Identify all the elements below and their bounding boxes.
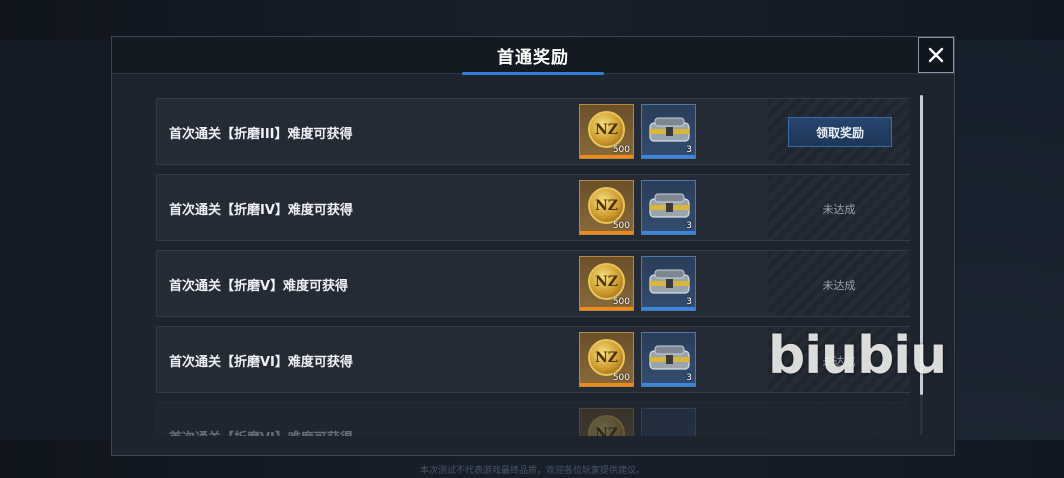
- supply-chest-icon: [649, 193, 690, 218]
- biubiu-watermark: biubiu: [768, 326, 947, 386]
- coin-reward[interactable]: NZ: [579, 408, 634, 436]
- reward-row-label: 首次通关【折磨VI】难度可获得: [169, 427, 353, 436]
- nz-coin-icon: NZ: [588, 187, 625, 224]
- action-area: [768, 403, 910, 436]
- reward-row: 首次通关【折磨VI】难度可获得 NZ: [156, 402, 910, 436]
- supply-chest-icon: [649, 269, 690, 294]
- action-area: 未达成: [768, 251, 910, 316]
- rarity-bar: [580, 307, 633, 310]
- supply-chest-icon: [649, 117, 690, 142]
- chest-quantity: 3: [686, 145, 692, 155]
- nz-coin-icon: NZ: [588, 415, 625, 436]
- close-icon: [928, 47, 944, 63]
- modal-title: 首通奖励: [497, 48, 569, 68]
- coin-reward[interactable]: NZ 500: [579, 256, 634, 311]
- action-area: 未达成: [768, 175, 910, 240]
- chest-quantity: 3: [686, 297, 692, 307]
- chest-quantity: 3: [686, 373, 692, 383]
- reward-row-label: 首次通关【折磨IV】难度可获得: [169, 203, 353, 218]
- modal-header: 首通奖励: [112, 37, 954, 74]
- background-right-panel: [956, 40, 1064, 440]
- chest-reward[interactable]: 3: [641, 180, 696, 235]
- reward-row: 首次通关【折磨III】难度可获得 NZ 500 3 领取奖励: [156, 98, 910, 165]
- nz-coin-icon: NZ: [588, 111, 625, 148]
- rarity-bar: [642, 155, 695, 158]
- chest-reward[interactable]: 3: [641, 332, 696, 387]
- coin-quantity: 500: [612, 221, 630, 231]
- first-clear-reward-modal: 首通奖励 首次通关【折磨III】难度可获得 NZ 500 3 领取奖励 首次通关…: [111, 36, 955, 456]
- supply-chest-icon: [649, 345, 690, 370]
- background-left-panel: [0, 40, 110, 440]
- chest-quantity: 3: [686, 221, 692, 231]
- nz-coin-icon: NZ: [588, 263, 625, 300]
- rarity-bar: [642, 307, 695, 310]
- not-achieved-status: 未达成: [822, 279, 856, 292]
- rarity-bar: [580, 231, 633, 234]
- chest-reward[interactable]: 3: [641, 104, 696, 159]
- coin-reward[interactable]: NZ 500: [579, 180, 634, 235]
- rarity-bar: [580, 155, 633, 158]
- title-underline: [462, 72, 604, 75]
- coin-quantity: 500: [612, 373, 630, 383]
- rarity-bar: [642, 231, 695, 234]
- reward-row-label: 首次通关【折磨III】难度可获得: [169, 127, 353, 142]
- close-button[interactable]: [918, 37, 954, 73]
- claim-reward-button[interactable]: 领取奖励: [788, 117, 892, 147]
- action-area: 领取奖励: [768, 99, 910, 164]
- coin-quantity: 500: [612, 145, 630, 155]
- coin-quantity: 500: [612, 297, 630, 307]
- reward-row: 首次通关【折磨V】难度可获得 NZ 500 3 未达成: [156, 250, 910, 317]
- rarity-bar: [580, 383, 633, 386]
- not-achieved-status: 未达成: [822, 203, 856, 216]
- chest-reward[interactable]: [641, 408, 696, 436]
- reward-row-label: 首次通关【折磨VI】难度可获得: [169, 355, 353, 370]
- nz-coin-icon: NZ: [588, 339, 625, 376]
- coin-reward[interactable]: NZ 500: [579, 104, 634, 159]
- reward-row: 首次通关【折磨IV】难度可获得 NZ 500 3 未达成: [156, 174, 910, 241]
- rarity-bar: [642, 383, 695, 386]
- chest-reward[interactable]: 3: [641, 256, 696, 311]
- coin-reward[interactable]: NZ 500: [579, 332, 634, 387]
- reward-row-label: 首次通关【折磨V】难度可获得: [169, 279, 349, 294]
- footer-disclaimer: 本次测试不代表游戏最终品质，欢迎各位玩家提供建议。: [420, 466, 646, 476]
